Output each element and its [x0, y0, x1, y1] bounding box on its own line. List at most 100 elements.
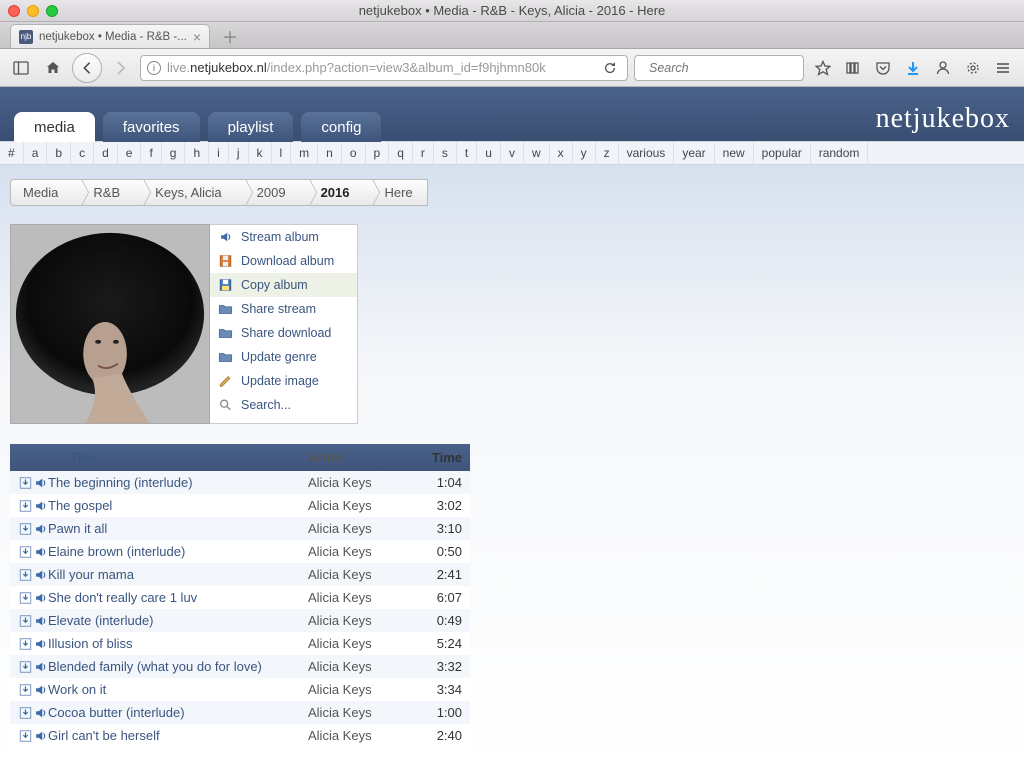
alpha-item-f[interactable]: f — [141, 142, 161, 164]
alpha-item-x[interactable]: x — [550, 142, 573, 164]
main-tab-favorites[interactable]: favorites — [103, 112, 200, 142]
menu-button[interactable] — [990, 56, 1016, 80]
pocket-button[interactable] — [870, 56, 896, 80]
column-title[interactable]: Title — [62, 450, 308, 465]
account-button[interactable] — [930, 56, 956, 80]
alpha-item-q[interactable]: q — [389, 142, 413, 164]
download-icon[interactable] — [18, 591, 33, 605]
alpha-item-#[interactable]: # — [0, 142, 24, 164]
track-row[interactable]: Elevate (interlude)Alicia Keys0:49 — [10, 609, 470, 632]
download-icon[interactable] — [18, 637, 33, 651]
main-tab-media[interactable]: media — [14, 112, 95, 142]
alpha-item-d[interactable]: d — [94, 142, 118, 164]
library-button[interactable] — [840, 56, 866, 80]
window-minimize-button[interactable] — [27, 5, 39, 17]
play-icon[interactable] — [33, 568, 48, 582]
track-artist[interactable]: Alicia Keys — [308, 705, 412, 720]
track-row[interactable]: Work on itAlicia Keys3:34 — [10, 678, 470, 701]
window-maximize-button[interactable] — [46, 5, 58, 17]
alpha-item-various[interactable]: various — [619, 142, 675, 164]
download-icon[interactable] — [18, 683, 33, 697]
sidebar-toggle-button[interactable] — [8, 56, 34, 80]
alpha-item-l[interactable]: l — [272, 142, 292, 164]
window-close-button[interactable] — [8, 5, 20, 17]
main-tab-playlist[interactable]: playlist — [208, 112, 294, 142]
column-artist[interactable]: Artist — [308, 450, 412, 465]
alpha-item-r[interactable]: r — [413, 142, 434, 164]
track-row[interactable]: Girl can't be herselfAlicia Keys2:40 — [10, 724, 470, 747]
home-button[interactable] — [40, 56, 66, 80]
play-icon[interactable] — [33, 499, 48, 513]
track-title[interactable]: Work on it — [48, 682, 308, 697]
download-icon[interactable] — [18, 729, 33, 743]
track-title[interactable]: Elevate (interlude) — [48, 613, 308, 628]
column-time[interactable]: Time — [412, 450, 462, 465]
track-artist[interactable]: Alicia Keys — [308, 728, 412, 743]
star-button[interactable] — [810, 56, 836, 80]
album-art[interactable] — [10, 224, 210, 424]
album-action[interactable]: Share stream — [210, 297, 357, 321]
track-row[interactable]: Blended family (what you do for love)Ali… — [10, 655, 470, 678]
alpha-item-e[interactable]: e — [118, 142, 142, 164]
extensions-button[interactable] — [960, 56, 986, 80]
alpha-item-s[interactable]: s — [434, 142, 457, 164]
tab-close-button[interactable]: × — [193, 29, 201, 45]
alpha-item-m[interactable]: m — [291, 142, 318, 164]
album-action[interactable]: Copy album — [210, 273, 357, 297]
track-title[interactable]: She don't really care 1 luv — [48, 590, 308, 605]
track-artist[interactable]: Alicia Keys — [308, 682, 412, 697]
track-title[interactable]: The gospel — [48, 498, 308, 513]
track-row[interactable]: Illusion of blissAlicia Keys5:24 — [10, 632, 470, 655]
track-row[interactable]: She don't really care 1 luvAlicia Keys6:… — [10, 586, 470, 609]
alpha-item-k[interactable]: k — [249, 142, 272, 164]
alpha-item-j[interactable]: j — [229, 142, 249, 164]
track-row[interactable]: Kill your mamaAlicia Keys2:41 — [10, 563, 470, 586]
download-icon[interactable] — [18, 522, 33, 536]
download-icon[interactable] — [18, 660, 33, 674]
back-button[interactable] — [72, 53, 102, 83]
alpha-item-t[interactable]: t — [457, 142, 477, 164]
alpha-item-h[interactable]: h — [185, 142, 209, 164]
url-bar[interactable]: i live.netjukebox.nl/index.php?action=vi… — [140, 55, 628, 81]
track-title[interactable]: Illusion of bliss — [48, 636, 308, 651]
downloads-button[interactable] — [900, 56, 926, 80]
album-action[interactable]: Stream album — [210, 225, 357, 249]
alpha-item-p[interactable]: p — [366, 142, 390, 164]
alpha-item-popular[interactable]: popular — [754, 142, 811, 164]
browser-tab[interactable]: njb netjukebox • Media - R&B -... × — [10, 24, 210, 48]
album-action[interactable]: Update genre — [210, 345, 357, 369]
play-icon[interactable] — [33, 660, 48, 674]
track-title[interactable]: Pawn it all — [48, 521, 308, 536]
alpha-item-n[interactable]: n — [318, 142, 342, 164]
alpha-item-u[interactable]: u — [477, 142, 501, 164]
search-bar[interactable] — [634, 55, 804, 81]
alpha-item-year[interactable]: year — [674, 142, 714, 164]
track-artist[interactable]: Alicia Keys — [308, 521, 412, 536]
play-icon[interactable] — [33, 545, 48, 559]
track-artist[interactable]: Alicia Keys — [308, 544, 412, 559]
track-row[interactable]: The beginning (interlude)Alicia Keys1:04 — [10, 471, 470, 494]
track-row[interactable]: The gospelAlicia Keys3:02 — [10, 494, 470, 517]
main-tab-config[interactable]: config — [301, 112, 381, 142]
alpha-item-c[interactable]: c — [71, 142, 94, 164]
alpha-item-i[interactable]: i — [209, 142, 229, 164]
download-icon[interactable] — [18, 476, 33, 490]
track-artist[interactable]: Alicia Keys — [308, 567, 412, 582]
alpha-item-y[interactable]: y — [573, 142, 596, 164]
play-icon[interactable] — [33, 706, 48, 720]
track-artist[interactable]: Alicia Keys — [308, 613, 412, 628]
alpha-item-g[interactable]: g — [162, 142, 186, 164]
reload-button[interactable] — [599, 61, 621, 75]
track-title[interactable]: Cocoa butter (interlude) — [48, 705, 308, 720]
play-icon[interactable] — [33, 591, 48, 605]
play-icon[interactable] — [33, 614, 48, 628]
track-title[interactable]: The beginning (interlude) — [48, 475, 308, 490]
album-action[interactable]: Download album — [210, 249, 357, 273]
play-icon[interactable] — [33, 476, 48, 490]
alpha-item-random[interactable]: random — [811, 142, 869, 164]
alpha-item-v[interactable]: v — [501, 142, 524, 164]
download-icon[interactable] — [18, 499, 33, 513]
alpha-item-z[interactable]: z — [596, 142, 619, 164]
alpha-item-o[interactable]: o — [342, 142, 366, 164]
track-artist[interactable]: Alicia Keys — [308, 498, 412, 513]
